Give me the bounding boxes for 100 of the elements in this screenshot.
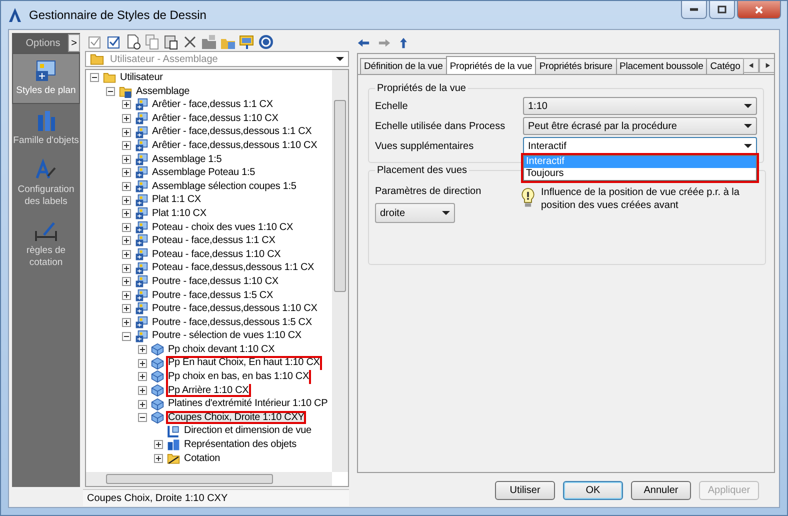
horizontal-scrollbar[interactable] — [86, 472, 332, 486]
tab-scroll-left-button[interactable] — [743, 58, 760, 73]
expand-icon[interactable] — [122, 304, 131, 314]
tree-item[interactable]: Utilisateur — [118, 71, 165, 85]
tab[interactable]: Placement boussole — [616, 58, 708, 74]
expand-icon[interactable] — [122, 154, 131, 164]
expand-icon[interactable] — [138, 345, 147, 354]
dropdown[interactable]: 1:10 — [523, 97, 757, 115]
tree-item[interactable]: Représentation des objets — [182, 438, 298, 452]
check-icon[interactable] — [87, 34, 103, 50]
cube-icon — [151, 411, 164, 424]
folder-icon — [90, 52, 104, 66]
tree-item[interactable]: Poutre - face,dessus 1:10 CX — [150, 274, 280, 288]
tree-item[interactable]: Direction et dimension de vue — [182, 424, 314, 438]
group-title: Propriétés de la vue — [376, 83, 467, 94]
tree-item[interactable]: Poutre - face,dessus 1:5 CX — [150, 288, 276, 302]
tree-item[interactable]: Poteau - face,dessus,dessous 1:1 CX — [150, 261, 316, 275]
tree-item[interactable]: Coupes Choix, Droite 1:10 CXY — [166, 410, 306, 424]
tree-item[interactable]: Assemblage — [134, 84, 192, 98]
paste-icon[interactable] — [163, 34, 179, 50]
path-combo[interactable]: Utilisateur - Assemblage — [85, 51, 349, 67]
dialog-button[interactable]: Utiliser — [495, 480, 555, 500]
dialog-button[interactable]: OK — [563, 480, 623, 500]
tree-item[interactable]: Assemblage sélection coupes 1:5 — [150, 180, 298, 194]
expand-icon[interactable] — [122, 222, 131, 232]
tree-item[interactable]: Assemblage 1:5 — [150, 152, 224, 166]
expand-icon[interactable] — [122, 264, 131, 273]
style-icon — [135, 316, 148, 329]
folder-icon — [103, 71, 116, 84]
sidebar-item[interactable]: règles de cotation — [12, 214, 80, 275]
edit-icon[interactable] — [106, 34, 122, 50]
expand-icon[interactable] — [122, 196, 131, 205]
collapse-icon[interactable] — [106, 86, 115, 96]
dialog-button[interactable]: Annuler — [631, 480, 691, 500]
tree-item[interactable]: Arêtier - face,dessus,dessous 1:1 CX — [150, 125, 314, 139]
tree-item[interactable]: Pp choix devant 1:10 CX — [166, 342, 277, 356]
expand-icon[interactable] — [138, 386, 147, 395]
expand-icon[interactable] — [122, 128, 131, 137]
expand-icon[interactable] — [122, 236, 131, 246]
tree-item[interactable]: Platines d'extrémité Intérieur 1:10 CP — [166, 397, 330, 411]
tree-item[interactable]: Arêtier - face,dessus,dessous 1:10 CX — [150, 138, 320, 153]
preview-icon[interactable] — [239, 34, 255, 50]
tree-item[interactable]: Pp choix en bas, en bas 1:10 CX — [166, 370, 311, 384]
back-arrow-icon[interactable] — [357, 38, 370, 48]
tree-item[interactable]: Poutre - sélection de vues 1:10 CX — [150, 329, 304, 343]
tree-item[interactable]: Poteau - face,dessus 1:10 CX — [150, 248, 283, 262]
tree-item[interactable]: Poutre - face,dessus,dessous 1:5 CX — [150, 316, 314, 330]
tab[interactable]: Catégo — [706, 58, 744, 74]
dropdown-option[interactable]: Toujours — [524, 168, 756, 180]
up-arrow-icon[interactable] — [399, 37, 408, 49]
tab[interactable]: Propriétés brisure — [535, 58, 616, 74]
tree-item[interactable]: Arêtier - face,dessus 1:1 CX — [150, 98, 275, 112]
sidebar-item[interactable]: Famille d'objets — [12, 104, 80, 153]
minimize-button[interactable] — [681, 1, 707, 19]
expand-icon[interactable] — [122, 114, 131, 124]
expand-icon[interactable] — [122, 277, 131, 286]
style-icon — [135, 207, 148, 220]
dropdown[interactable]: Peut être écrasé par la procédure — [523, 117, 757, 135]
tab-scroll-right-button[interactable] — [759, 58, 774, 73]
close-button[interactable] — [737, 1, 781, 19]
delete-icon[interactable] — [182, 34, 198, 50]
sidebar-item[interactable]: Configuration des labels — [12, 153, 80, 214]
tree-item[interactable]: Pp Arrière 1:10 CX — [166, 384, 251, 398]
hint-text: Influence de la position de vue créée p.r. à la position des vues créées avant — [541, 186, 740, 212]
tab[interactable]: Propriétés de la vue — [446, 56, 536, 74]
tree-item[interactable]: Cotation — [182, 452, 222, 466]
expand-button[interactable]: > — [68, 34, 80, 52]
expand-icon[interactable] — [122, 100, 131, 110]
expand-icon[interactable] — [122, 250, 131, 260]
expand-icon[interactable] — [138, 400, 147, 409]
tree-item[interactable]: Plat 1:1 CX — [150, 193, 203, 207]
vertical-scrollbar[interactable] — [332, 70, 348, 472]
tree-item[interactable]: Arêtier - face,dessus 1:10 CX — [150, 112, 280, 126]
expand-icon[interactable] — [122, 182, 131, 192]
expand-icon[interactable] — [122, 209, 131, 218]
window-title: Gestionnaire de Styles de Dessin — [29, 8, 206, 22]
tree-item[interactable]: Plat 1:10 CX — [150, 206, 208, 221]
expand-icon[interactable] — [138, 358, 147, 368]
import-icon[interactable] — [201, 34, 217, 50]
new-icon[interactable] — [125, 34, 141, 50]
expand-icon[interactable] — [138, 372, 147, 382]
collapse-icon[interactable] — [138, 413, 147, 422]
expand-icon[interactable] — [154, 454, 163, 463]
left-arrow-icon — [748, 63, 754, 68]
help-icon[interactable] — [258, 34, 274, 50]
expand-icon[interactable] — [122, 141, 131, 150]
direction-dropdown[interactable]: droite — [375, 203, 455, 223]
collapse-icon[interactable] — [122, 332, 131, 341]
tree-item[interactable]: Poteau - face,dessus 1:1 CX — [150, 234, 278, 248]
expand-icon[interactable] — [154, 440, 163, 450]
expand-icon[interactable] — [122, 290, 131, 300]
tree-item[interactable]: Assemblage Poteau 1:5 — [150, 166, 258, 180]
tree-item[interactable]: Pp En haut Choix, En haut 1:10 CX — [166, 356, 322, 370]
tab[interactable]: Définition de la vue — [360, 58, 447, 74]
collapse-icon[interactable] — [90, 73, 99, 82]
expand-icon[interactable] — [122, 318, 131, 327]
maximize-button[interactable] — [709, 1, 735, 19]
tree-item[interactable]: Poteau - choix des vues 1:10 CX — [150, 220, 295, 234]
tree-item[interactable]: Poutre - face,dessus,dessous 1:10 CX — [150, 302, 320, 316]
expand-icon[interactable] — [122, 168, 131, 178]
